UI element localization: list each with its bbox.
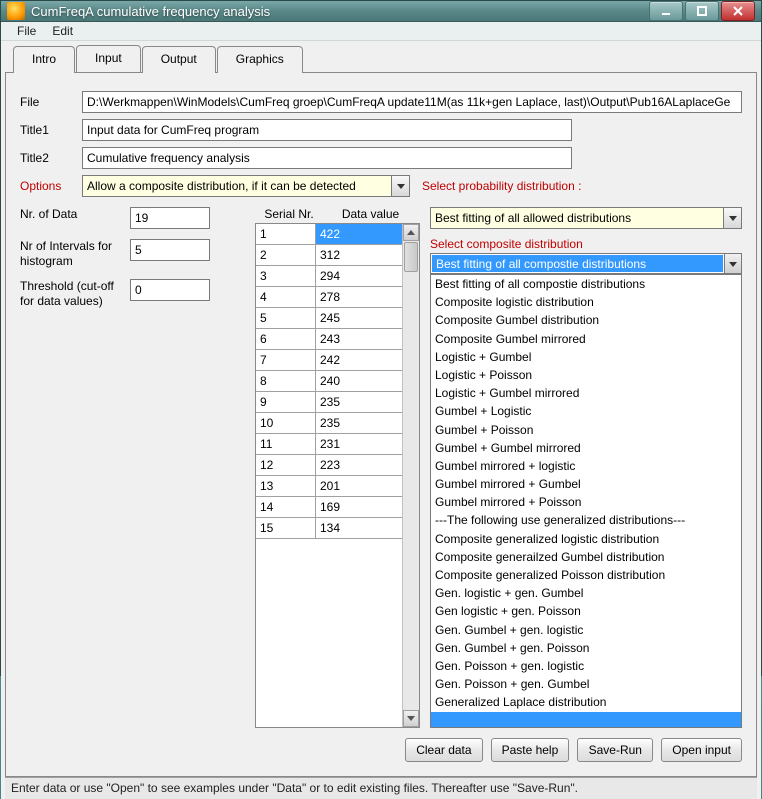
list-item[interactable]: Generalized Laplace distribution [431,693,741,711]
comp-dist-select[interactable]: Best fitting of all compostie distributi… [430,253,742,274]
app-window: CumFreqA cumulative frequency analysis F… [0,0,762,676]
clear-data-button[interactable]: Clear data [405,738,482,762]
list-item[interactable]: Logistic + Poisson [431,366,741,384]
app-icon [7,2,25,20]
tab-output[interactable]: Output [142,46,216,73]
table-row[interactable]: 7242 [256,350,402,371]
title1-input[interactable] [82,119,572,141]
table-row[interactable]: 1422 [256,224,402,245]
title2-input[interactable] [82,147,572,169]
button-bar: Clear data Paste help Save-Run Open inpu… [20,728,742,766]
table-row[interactable]: 14169 [256,497,402,518]
list-item[interactable]: Gen. Poisson + gen. Gumbel [431,675,741,693]
right-column: Best fitting of all allowed distribution… [430,207,742,728]
list-item[interactable]: Gumbel mirrored + Gumbel [431,475,741,493]
table-row[interactable]: 10235 [256,413,402,434]
tab-intro[interactable]: Intro [13,46,75,73]
table-row[interactable]: 8240 [256,371,402,392]
list-item[interactable]: Gumbel mirrored + Poisson [431,493,741,511]
scroll-down-icon[interactable] [403,710,419,727]
table-row[interactable]: 9235 [256,392,402,413]
menu-file[interactable]: File [9,22,44,40]
tab-input[interactable]: Input [76,45,141,72]
threshold-input[interactable] [130,279,210,301]
label-options: Options [20,179,76,193]
grid-scrollbar[interactable] [402,224,419,727]
list-item[interactable]: Logistic + Gumbel [431,348,741,366]
col-serial: Serial Nr. [257,207,321,221]
table-row[interactable]: 15134 [256,518,402,539]
label-title1: Title1 [20,123,76,137]
list-item[interactable]: Gumbel + Logistic [431,402,741,420]
table-row[interactable]: 13201 [256,476,402,497]
options-select[interactable]: Allow a composite distribution, if it ca… [82,175,410,197]
table-row[interactable]: 4278 [256,287,402,308]
table-row[interactable]: 6243 [256,329,402,350]
list-item[interactable]: Composite generalized Poisson distributi… [431,566,741,584]
prob-dist-select[interactable]: Best fitting of all allowed distribution… [430,207,742,229]
paste-help-button[interactable]: Paste help [491,738,570,762]
list-item[interactable]: Composite Gumbel distribution [431,311,741,329]
list-item[interactable]: Logistic + Gumbel mirrored [431,384,741,402]
col-datavalue: Data value [321,207,420,221]
list-item[interactable]: Gen. Gumbel + gen. logistic [431,621,741,639]
list-item[interactable]: Best fitting of all compostie distributi… [431,275,741,293]
label-nr-intervals: Nr of Intervals for histogram [20,239,130,269]
options-select-value: Allow a composite distribution, if it ca… [87,179,356,193]
list-selection-bar [431,712,741,727]
list-item[interactable]: ---The following use generalized distrib… [431,511,741,529]
chevron-down-icon [723,208,741,228]
label-threshold: Threshold (cut-off for data values) [20,279,130,309]
comp-dist-value: Best fitting of all compostie distributi… [432,255,723,272]
menu-edit[interactable]: Edit [44,22,81,40]
minimize-button[interactable] [649,1,683,21]
status-bar: Enter data or use "Open" to see examples… [5,777,757,799]
open-input-button[interactable]: Open input [661,738,742,762]
label-title2: Title2 [20,151,76,165]
menubar: File Edit [1,22,761,41]
table-row[interactable]: 12223 [256,455,402,476]
comp-dist-listbox[interactable]: Best fitting of all compostie distributi… [430,274,742,728]
list-item[interactable]: Gumbel mirrored + logistic [431,457,741,475]
tab-body-input: File Title1 Title2 Options Allow a compo… [5,72,757,777]
chevron-down-icon [391,176,409,196]
list-item[interactable]: Gumbel + Poisson [431,421,741,439]
label-nr-data: Nr. of Data [20,207,130,222]
grid-body[interactable]: 1422231232944278524562437242824092351023… [256,224,402,727]
table-row[interactable]: 5245 [256,308,402,329]
save-run-button[interactable]: Save-Run [577,738,653,762]
label-select-prob: Select probability distribution : [422,179,581,193]
tab-graphics[interactable]: Graphics [217,46,303,73]
nr-data-input[interactable] [130,207,210,229]
tabstrip: Intro Input Output Graphics [5,45,757,72]
scroll-thumb[interactable] [404,242,418,272]
maximize-button[interactable] [685,1,719,21]
table-row[interactable]: 11231 [256,434,402,455]
scroll-up-icon[interactable] [403,224,419,241]
chevron-down-icon [724,254,741,273]
label-file: File [20,95,76,109]
list-item[interactable]: Gen. Gumbel + gen. Poisson [431,639,741,657]
table-row[interactable]: 2312 [256,245,402,266]
list-item[interactable]: Composite Gumbel mirrored [431,330,741,348]
nr-intervals-input[interactable] [130,239,210,261]
label-select-comp: Select composite distribution [430,237,742,251]
list-item[interactable]: Composite generailzed Gumbel distributio… [431,548,741,566]
data-grid: Serial Nr. Data value 142223123294427852… [255,207,420,728]
window-title: CumFreqA cumulative frequency analysis [31,4,649,19]
list-item[interactable]: Composite logistic distribution [431,293,741,311]
list-item[interactable]: Gen. logistic + gen. Gumbel [431,584,741,602]
list-item[interactable]: Gen. Poisson + gen. logistic [431,657,741,675]
file-input[interactable] [82,91,742,113]
list-item[interactable]: Gen logistic + gen. Poisson [431,602,741,620]
list-item[interactable]: Composite generalized logistic distribut… [431,530,741,548]
prob-dist-value: Best fitting of all allowed distribution… [435,211,631,225]
close-button[interactable] [721,1,755,21]
client-area: Intro Input Output Graphics File Title1 … [1,41,761,799]
table-row[interactable]: 3294 [256,266,402,287]
titlebar[interactable]: CumFreqA cumulative frequency analysis [1,1,761,22]
left-column: Nr. of Data Nr of Intervals for histogra… [20,207,245,728]
list-item[interactable]: Gumbel + Gumbel mirrored [431,439,741,457]
